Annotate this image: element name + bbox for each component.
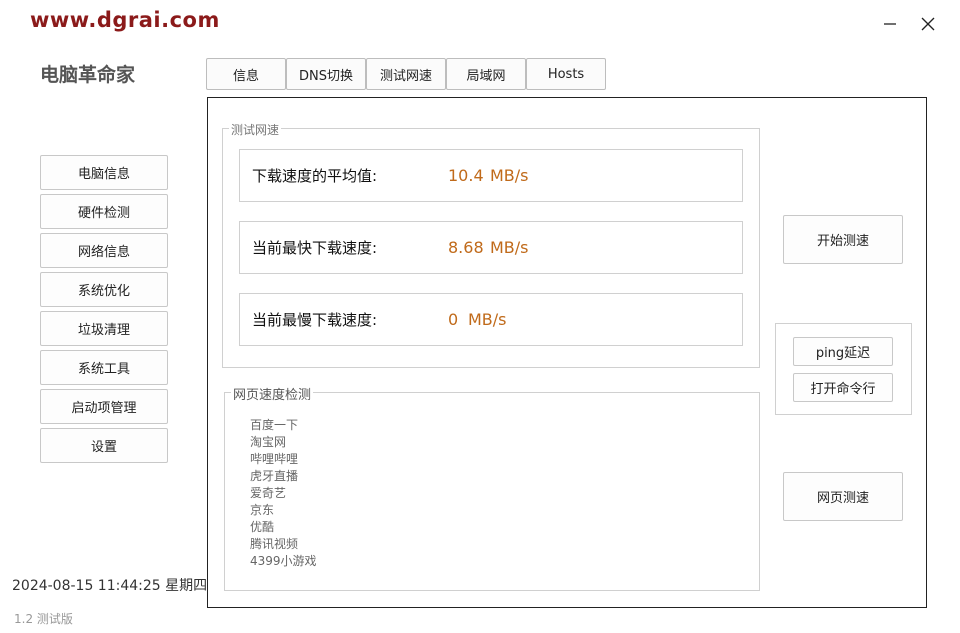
tab-speed-test[interactable]: 测试网速: [366, 58, 446, 90]
sidebar-item-hardware[interactable]: 硬件检测: [40, 194, 168, 229]
close-icon: [921, 17, 935, 31]
min-speed-label: 当前最慢下载速度:: [252, 311, 378, 329]
ping-button[interactable]: ping延迟: [793, 337, 893, 366]
sidebar-item-network[interactable]: 网络信息: [40, 233, 168, 268]
web-speed-test-button[interactable]: 网页测速: [783, 472, 903, 521]
minimize-button[interactable]: [878, 12, 902, 36]
avg-speed-value: 10.4: [448, 166, 484, 185]
site-item-bilibili: 哔哩哔哩: [250, 452, 299, 466]
avg-speed-unit: MB/s: [490, 166, 529, 185]
site-list: 百度一下 淘宝网 哔哩哔哩 虎牙直播 爱奇艺 京东 优酷 腾讯视频 4399小游…: [250, 417, 317, 570]
tab-lan[interactable]: 局域网: [446, 58, 526, 90]
max-speed-value: 8.68: [448, 238, 484, 257]
site-item-tencent-video: 腾讯视频: [250, 537, 299, 551]
tab-info[interactable]: 信息: [206, 58, 286, 90]
site-item-iqiyi: 爱奇艺: [250, 486, 287, 500]
max-speed-row: 当前最快下载速度: 8.68 MB/s: [239, 221, 743, 274]
version-label: 1.2 测试版: [14, 612, 73, 626]
watermark-text: www.dgrai.com: [30, 8, 220, 32]
sidebar-item-settings[interactable]: 设置: [40, 428, 168, 463]
tab-bar: 信息 DNS切换 测试网速 局域网 Hosts: [206, 58, 606, 90]
speed-test-group-title: 测试网速: [229, 121, 282, 138]
min-speed-unit: MB/s: [468, 310, 507, 329]
app-title: 电脑革命家: [40, 64, 136, 86]
avg-speed-row: 下载速度的平均值: 10.4 MB/s: [239, 149, 743, 202]
sidebar: 电脑信息 硬件检测 网络信息 系统优化 垃圾清理 系统工具 启动项管理 设置: [40, 155, 168, 467]
sidebar-item-cleanup[interactable]: 垃圾清理: [40, 311, 168, 346]
tab-hosts[interactable]: Hosts: [526, 58, 606, 90]
tab-dns[interactable]: DNS切换: [286, 58, 366, 90]
max-speed-label: 当前最快下载速度:: [252, 239, 378, 257]
datetime-label: 2024-08-15 11:44:25 星期四: [12, 578, 208, 594]
sidebar-item-optimize[interactable]: 系统优化: [40, 272, 168, 307]
max-speed-unit: MB/s: [490, 238, 529, 257]
site-item-baidu: 百度一下: [250, 418, 299, 432]
sidebar-item-pc-info[interactable]: 电脑信息: [40, 155, 168, 190]
sidebar-item-startup[interactable]: 启动项管理: [40, 389, 168, 424]
site-item-youku: 优酷: [250, 520, 275, 534]
site-item-4399: 4399小游戏: [250, 554, 317, 568]
min-speed-row: 当前最慢下载速度: 0 MB/s: [239, 293, 743, 346]
avg-speed-label: 下载速度的平均值:: [252, 167, 378, 185]
web-speed-group-title: 网页速度检测: [231, 384, 314, 403]
minimize-icon: [884, 23, 896, 25]
site-item-huya: 虎牙直播: [250, 469, 299, 483]
open-cmd-button[interactable]: 打开命令行: [793, 373, 893, 402]
site-item-taobao: 淘宝网: [250, 435, 287, 449]
sidebar-item-tools[interactable]: 系统工具: [40, 350, 168, 385]
close-button[interactable]: [916, 12, 940, 36]
start-speed-test-button[interactable]: 开始测速: [783, 215, 903, 264]
site-item-jd: 京东: [250, 503, 275, 517]
min-speed-value: 0: [448, 310, 459, 329]
